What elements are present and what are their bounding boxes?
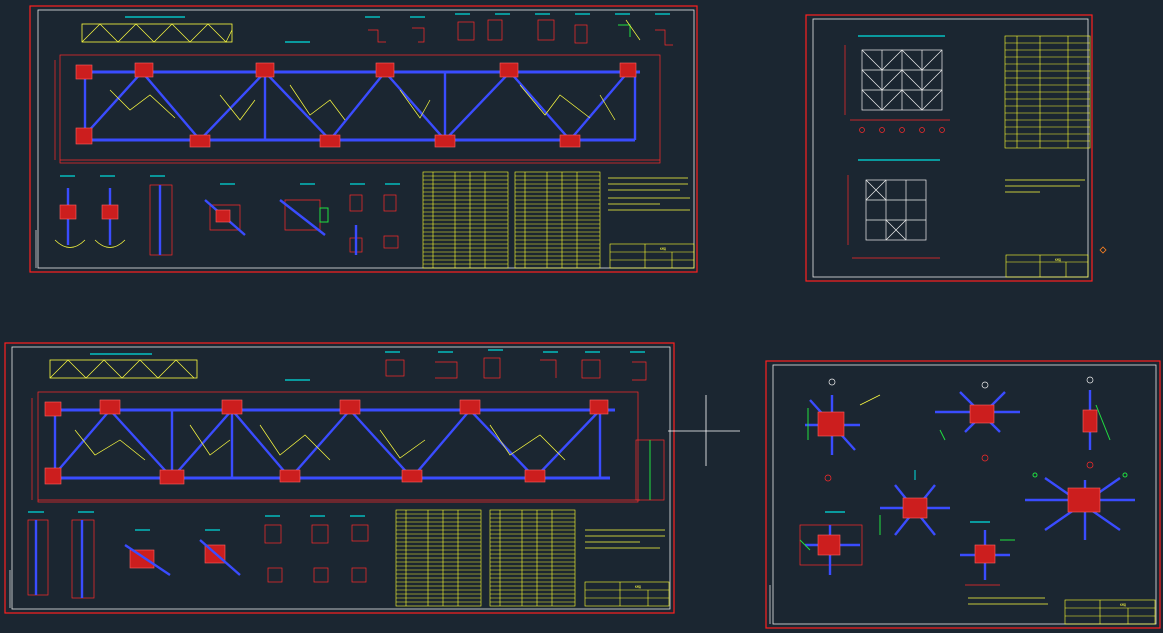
element-schedule-table	[1004, 35, 1091, 149]
section-details-bottom	[385, 349, 647, 381]
truss-schematic	[81, 16, 233, 43]
crosshair-cursor[interactable]	[668, 395, 740, 466]
truss-sheet-top[interactable]: КМД	[29, 5, 698, 273]
specification-tables-top	[422, 171, 690, 269]
web-members	[54, 408, 601, 480]
sheet-border	[765, 360, 1161, 629]
title-block-nodes: КМД	[1064, 599, 1156, 625]
node-detail-5	[1025, 472, 1135, 540]
truss-elevation-bottom	[31, 379, 665, 503]
title-block-plan: КМД	[1005, 254, 1089, 278]
title-block-bottom: КМД	[584, 581, 670, 607]
node-detail-7	[960, 521, 1015, 586]
title-block-code: КМД	[635, 585, 641, 589]
web-members	[84, 70, 629, 142]
title-block-code: КМД	[660, 247, 666, 251]
node-detail-3	[1082, 376, 1111, 469]
node-detail-1	[805, 378, 881, 482]
plan-sheet[interactable]: КМД	[805, 14, 1107, 282]
node-detail-2	[935, 381, 1020, 462]
title-block-code: КМД	[1120, 603, 1126, 607]
title-block-code: КМД	[1055, 258, 1061, 262]
node-detail-4	[879, 470, 950, 536]
node-details-bottom	[27, 511, 369, 599]
section-details-top	[365, 13, 673, 46]
truss-schematic	[49, 353, 198, 379]
cad-drawing-canvas[interactable]: КМД КМД КМД КМД	[0, 0, 1163, 633]
bracing-plan-upper	[844, 35, 950, 133]
node-detail-6	[799, 511, 863, 575]
node-details-top	[54, 175, 400, 256]
nodes-sheet[interactable]: КМД	[765, 360, 1161, 629]
grip-marker[interactable]	[1099, 246, 1107, 254]
title-block-top: КМД	[609, 243, 695, 269]
bracing-plan-lower	[847, 159, 940, 259]
truss-elevation-top	[54, 41, 661, 164]
truss-sheet-bottom[interactable]: КМД	[4, 342, 675, 614]
specification-tables-bottom	[395, 509, 665, 607]
